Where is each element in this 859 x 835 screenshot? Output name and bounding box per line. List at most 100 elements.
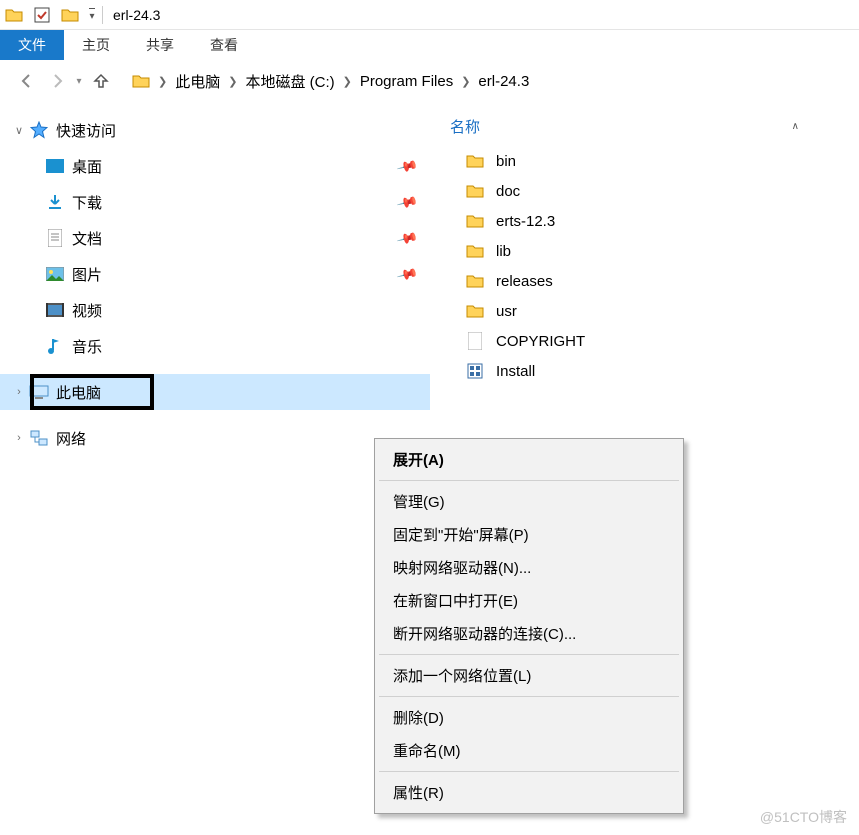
sidebar-item-label: 此电脑 xyxy=(56,382,101,403)
chevron-right-icon[interactable]: ❯ xyxy=(226,75,239,88)
ribbon-tabs: 文件 主页 共享 查看 xyxy=(0,30,859,60)
list-item[interactable]: usr xyxy=(430,296,859,326)
qat-dropdown-icon[interactable]: ▾ xyxy=(84,1,100,29)
pin-icon[interactable]: 📌 xyxy=(395,154,419,177)
chevron-right-icon[interactable]: ❯ xyxy=(341,75,354,88)
tab-home[interactable]: 主页 xyxy=(64,30,128,60)
sidebar: ∨ 快速访问 桌面 📌 下载 📌 文档 📌 图片 📌 视频 xyxy=(0,102,430,835)
sidebar-item-downloads[interactable]: 下载 📌 xyxy=(0,184,430,220)
context-menu-add-location[interactable]: 添加一个网络位置(L) xyxy=(377,659,681,692)
sidebar-item-label: 网络 xyxy=(56,428,86,449)
chevron-down-icon[interactable]: ∨ xyxy=(10,124,28,137)
list-item[interactable]: erts-12.3 xyxy=(430,206,859,236)
list-item-label: releases xyxy=(496,273,553,290)
sidebar-item-documents[interactable]: 文档 📌 xyxy=(0,220,430,256)
title-bar: ▾ erl-24.3 xyxy=(0,0,859,30)
music-icon xyxy=(44,337,66,355)
pin-icon[interactable]: 📌 xyxy=(395,262,419,285)
column-header-name[interactable]: 名称 ∧ xyxy=(430,112,859,140)
star-icon xyxy=(28,121,50,139)
sidebar-quick-access[interactable]: ∨ 快速访问 xyxy=(0,112,430,148)
up-button[interactable] xyxy=(86,66,116,96)
sidebar-item-label: 文档 xyxy=(72,228,102,249)
forward-button[interactable] xyxy=(42,66,72,96)
recent-dropdown[interactable]: ▾ xyxy=(72,66,86,96)
sidebar-item-label: 图片 xyxy=(72,264,102,285)
context-menu-manage[interactable]: 管理(G) xyxy=(377,485,681,518)
list-item[interactable]: COPYRIGHT xyxy=(430,326,859,356)
separator xyxy=(379,696,679,697)
context-menu: 展开(A) 管理(G) 固定到"开始"屏幕(P) 映射网络驱动器(N)... 在… xyxy=(374,438,684,814)
breadcrumb-segment[interactable]: erl-24.3 xyxy=(472,69,535,94)
watermark: @51CTO博客 xyxy=(760,807,847,827)
breadcrumb-segment[interactable]: 此电脑 xyxy=(169,67,226,96)
list-item-label: doc xyxy=(496,183,520,200)
application-icon xyxy=(464,363,486,379)
picture-icon xyxy=(44,267,66,281)
pin-icon[interactable]: 📌 xyxy=(395,190,419,213)
tab-file[interactable]: 文件 xyxy=(0,30,64,60)
breadcrumb-segment[interactable]: Program Files xyxy=(354,69,459,94)
breadcrumb-root-icon[interactable] xyxy=(126,68,156,94)
context-menu-delete[interactable]: 删除(D) xyxy=(377,701,681,734)
context-menu-properties[interactable]: 属性(R) xyxy=(377,776,681,809)
sidebar-item-music[interactable]: 音乐 xyxy=(0,328,430,364)
document-icon xyxy=(44,229,66,247)
sidebar-item-desktop[interactable]: 桌面 📌 xyxy=(0,148,430,184)
sidebar-item-label: 下载 xyxy=(72,192,102,213)
sidebar-item-label: 桌面 xyxy=(72,156,102,177)
sidebar-network[interactable]: › 网络 xyxy=(0,420,430,456)
list-item-label: Install xyxy=(496,363,535,380)
sidebar-item-label: 视频 xyxy=(72,300,102,321)
list-item-label: usr xyxy=(496,303,517,320)
folder-icon xyxy=(464,183,486,199)
chevron-right-icon[interactable]: › xyxy=(10,432,28,444)
folder-icon xyxy=(56,1,84,29)
context-menu-open-new[interactable]: 在新窗口中打开(E) xyxy=(377,584,681,617)
sidebar-item-label: 音乐 xyxy=(72,336,102,357)
separator xyxy=(379,480,679,481)
folder-icon xyxy=(464,153,486,169)
nav-bar: ▾ ❯ 此电脑 ❯ 本地磁盘 (C:) ❯ Program Files ❯ er… xyxy=(0,60,859,102)
sidebar-item-label: 快速访问 xyxy=(56,120,116,141)
list-item-label: lib xyxy=(496,243,511,260)
network-icon xyxy=(28,430,50,446)
qat-properties-icon[interactable] xyxy=(28,1,56,29)
context-menu-pin-start[interactable]: 固定到"开始"屏幕(P) xyxy=(377,518,681,551)
sidebar-item-pictures[interactable]: 图片 📌 xyxy=(0,256,430,292)
computer-icon xyxy=(28,385,50,399)
tab-share[interactable]: 共享 xyxy=(128,30,192,60)
breadcrumb[interactable]: ❯ 此电脑 ❯ 本地磁盘 (C:) ❯ Program Files ❯ erl-… xyxy=(126,67,847,96)
video-icon xyxy=(44,303,66,317)
list-item[interactable]: Install xyxy=(430,356,859,386)
column-label: 名称 xyxy=(450,116,480,137)
tab-view[interactable]: 查看 xyxy=(192,30,256,60)
back-button[interactable] xyxy=(12,66,42,96)
list-item-label: bin xyxy=(496,153,516,170)
list-item[interactable]: bin xyxy=(430,146,859,176)
context-menu-map-drive[interactable]: 映射网络驱动器(N)... xyxy=(377,551,681,584)
list-item-label: erts-12.3 xyxy=(496,213,555,230)
download-icon xyxy=(44,194,66,210)
list-item[interactable]: lib xyxy=(430,236,859,266)
folder-icon xyxy=(464,303,486,319)
context-menu-disconnect[interactable]: 断开网络驱动器的连接(C)... xyxy=(377,617,681,650)
breadcrumb-segment[interactable]: 本地磁盘 (C:) xyxy=(239,67,340,96)
chevron-right-icon[interactable]: ❯ xyxy=(156,75,169,88)
context-menu-expand[interactable]: 展开(A) xyxy=(377,443,681,476)
list-item-label: COPYRIGHT xyxy=(496,333,585,350)
chevron-right-icon[interactable]: ❯ xyxy=(459,75,472,88)
folder-icon xyxy=(464,273,486,289)
sidebar-item-videos[interactable]: 视频 xyxy=(0,292,430,328)
list-item[interactable]: releases xyxy=(430,266,859,296)
pin-icon[interactable]: 📌 xyxy=(395,226,419,249)
sidebar-this-pc[interactable]: › 此电脑 xyxy=(0,374,430,410)
context-menu-rename[interactable]: 重命名(M) xyxy=(377,734,681,767)
sort-indicator-icon: ∧ xyxy=(792,121,799,132)
file-icon xyxy=(464,332,486,350)
folder-icon xyxy=(464,213,486,229)
window-title: erl-24.3 xyxy=(113,7,160,23)
separator xyxy=(102,6,103,24)
list-item[interactable]: doc xyxy=(430,176,859,206)
chevron-right-icon[interactable]: › xyxy=(10,386,28,398)
